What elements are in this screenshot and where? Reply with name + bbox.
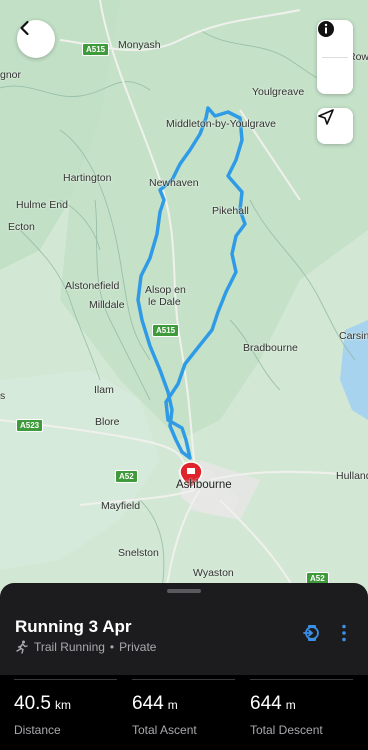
info-icon [318, 21, 334, 37]
place-label: Wyaston [193, 567, 234, 579]
road-badge: A515 [82, 43, 110, 56]
stat-value: 40.5 km [14, 693, 71, 714]
stat-value: 644 m [132, 693, 178, 714]
back-button[interactable] [17, 20, 55, 58]
place-label: Mayfield [101, 500, 141, 512]
place-label: Hulme End [16, 199, 68, 211]
stat-label: Total Ascent [132, 723, 197, 737]
privacy-status: Private [119, 640, 157, 654]
divider [132, 679, 235, 680]
road-badge: A52 [115, 470, 138, 483]
stat-value: 644 m [250, 693, 296, 714]
place-label: Pikehall [212, 205, 249, 217]
place-label: Milldale [89, 299, 125, 311]
place-label: Hartington [63, 172, 112, 184]
place-label: Hulland [336, 470, 368, 482]
activity-title: Running 3 Apr [15, 617, 132, 636]
activity-meta: Trail Running • Private [15, 640, 156, 654]
place-label: Bradbourne [243, 342, 298, 354]
place-label: Alsop en [145, 284, 186, 296]
divider [250, 679, 353, 680]
watch-sync-icon[interactable] [302, 623, 322, 643]
location-arrow-icon [318, 109, 334, 125]
place-label: Monyash [118, 39, 161, 51]
road-badge: A523 [16, 419, 44, 432]
place-label: le Dale [148, 296, 181, 308]
stat-label: Total Descent [250, 723, 323, 737]
divider [14, 679, 117, 680]
place-label: s [0, 390, 6, 402]
more-vertical-icon[interactable] [336, 623, 352, 643]
place-label: Snelston [118, 547, 159, 559]
place-label: gnor [0, 69, 22, 81]
info-button[interactable] [317, 21, 353, 94]
map-view[interactable]: Monyash Youlgreave Middleton-by-Youlgrav… [0, 0, 368, 600]
place-label: Blore [95, 416, 120, 428]
stat-label: Distance [14, 723, 61, 737]
place-label: Middleton-by-Youlgrave [166, 118, 276, 130]
separator: • [109, 640, 115, 654]
place-label: Ilam [94, 384, 114, 396]
map-controls [317, 20, 353, 94]
map-terrain [0, 0, 368, 600]
place-label: Carsin [339, 330, 368, 342]
place-label: Youlgreave [252, 86, 305, 98]
place-label: Ashbourne [176, 479, 232, 491]
drag-handle[interactable] [167, 589, 201, 593]
road-badge: A515 [152, 324, 180, 337]
place-label: Ecton [8, 221, 35, 233]
chevron-left-icon [20, 20, 29, 36]
stats-bar: 40.5 km Distance 644 m Total Ascent 644 m T… [0, 675, 368, 750]
place-label: Newhaven [149, 177, 199, 189]
activity-sheet: Running 3 Apr Trail Running • Private 40… [0, 583, 368, 750]
running-icon [16, 640, 28, 654]
place-label: Alstonefield [65, 280, 120, 292]
locate-button[interactable] [317, 108, 353, 144]
activity-type: Trail Running [34, 640, 105, 654]
